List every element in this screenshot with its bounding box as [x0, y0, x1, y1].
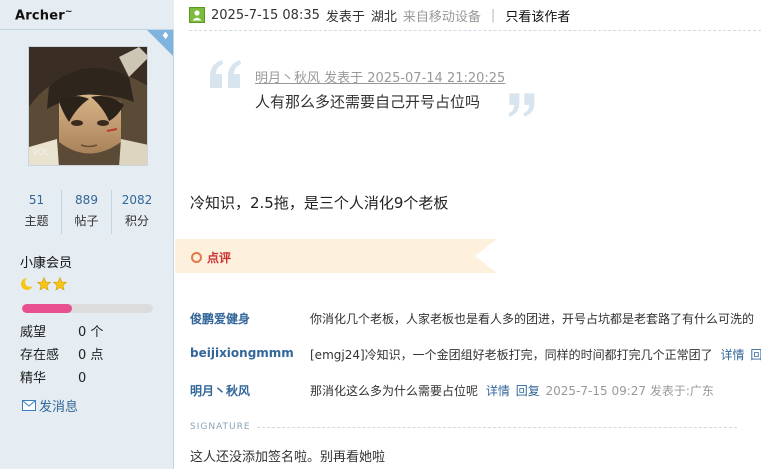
member-level[interactable]: 小康会员	[20, 252, 72, 271]
rating-header: 点评	[175, 239, 497, 273]
info-row-prestige: 威望 0 个	[20, 321, 103, 340]
author-sidebar: Archer~ ♦ 9OL 51 主题 889 帖子 2082 积分 小康会员 …	[0, 0, 174, 469]
info-value: 0	[78, 371, 87, 386]
info-key: 精华	[20, 371, 47, 386]
stat-value[interactable]: 51	[12, 190, 61, 210]
stat-points[interactable]: 2082 积分	[112, 190, 162, 234]
info-key: 威望	[20, 325, 47, 340]
meta-separator: |	[490, 7, 496, 23]
info-value: 0 个	[78, 325, 104, 340]
info-row-presence: 存在感 0 点	[20, 344, 103, 363]
post-location: 湖北	[370, 9, 397, 25]
star-icon	[36, 276, 52, 291]
level-progress-bar	[22, 304, 153, 313]
post-meta: 2025-7-15 08:35 发表于 湖北 来自移动设备 | 只看该作者	[189, 5, 570, 25]
quote-open-icon	[210, 60, 241, 88]
online-status-icon	[189, 7, 205, 23]
user-gender-icon: ♦	[161, 31, 170, 42]
quote-author-link[interactable]: 明月丶秋风 发表于 2025-07-14 21:20:25	[255, 67, 505, 86]
avatar[interactable]: 9OL	[28, 46, 148, 166]
level-progress-fill	[22, 304, 72, 313]
post-datetime: 2025-7-15 08:35	[211, 7, 320, 23]
stat-threads[interactable]: 51 主题	[12, 190, 62, 234]
info-key: 存在感	[20, 348, 60, 363]
username-bar: Archer~	[0, 0, 174, 30]
stat-value[interactable]: 889	[62, 190, 111, 210]
comment-text: [emgj24]冷知识，一个金团组好老板打完，同样的时间都打完几个正常团了 详情…	[310, 346, 761, 363]
quote-text: 人有那么多还需要自己开号占位吗	[255, 93, 481, 111]
member-stars	[20, 276, 70, 294]
stat-label: 帖子	[74, 214, 99, 228]
stat-value[interactable]: 2082	[112, 190, 162, 210]
only-author-link[interactable]: 只看该作者	[505, 6, 570, 25]
rating-label: 点评	[191, 249, 231, 266]
comment-author-link[interactable]: 明月丶秋风	[190, 382, 250, 399]
comment-time: 2025-7-15 09:27 发表于:广东	[545, 384, 714, 398]
comment-detail-link[interactable]: 详情	[486, 384, 510, 398]
stat-label: 积分	[124, 214, 149, 228]
svg-text:9OL: 9OL	[32, 148, 50, 158]
comment-text: 你消化几个老板，人家老板也是看人多的团进，开号占坑都是老套路了有什么可洗的	[310, 312, 755, 326]
envelope-icon	[22, 400, 36, 411]
comment-author-link[interactable]: 俊鹏爱健身	[190, 310, 250, 327]
send-message-label: 发消息	[39, 400, 79, 415]
post-content: 冷知识，2.5拖，是三个人消化9个老板	[190, 194, 449, 212]
send-message-link[interactable]: 发消息	[22, 396, 78, 415]
comment-row: 俊鹏爱健身 你消化几个老板，人家老板也是看人多的团进，开号占坑都是老套路了有什么…	[190, 308, 761, 328]
signature-divider	[257, 427, 737, 428]
signature-text: 这人还没添加签名啦。别再看她啦	[190, 450, 386, 465]
stat-label: 主题	[24, 214, 49, 228]
meta-divider	[189, 30, 761, 31]
star-icon	[52, 276, 68, 291]
rating-label-text: 点评	[207, 251, 232, 265]
user-stats: 51 主题 889 帖子 2082 积分	[12, 190, 162, 234]
comment-text: 那消化这么多为什么需要占位呢 详情 回复 2025-7-15 09:27 发表于…	[310, 384, 714, 398]
comment-row: 明月丶秋风 那消化这么多为什么需要占位呢 详情 回复 2025-7-15 09:…	[190, 380, 761, 400]
posted-at-label: 发表于	[325, 9, 365, 25]
avatar-illustration: 9OL	[29, 47, 147, 165]
post-device: 来自移动设备	[402, 9, 481, 25]
level-icons	[21, 276, 68, 291]
comment-reply-link[interactable]: 回复	[750, 348, 761, 362]
comment-detail-link[interactable]: 详情	[721, 348, 745, 362]
moon-icon	[21, 277, 35, 290]
signature-label: SIGNATURE	[190, 422, 251, 432]
quote-close-icon	[508, 93, 535, 117]
stat-posts[interactable]: 889 帖子	[62, 190, 112, 234]
rating-circle-icon	[191, 252, 202, 263]
username-link[interactable]: Archer~	[15, 7, 73, 23]
info-row-digest: 精华 0	[20, 367, 86, 386]
info-value: 0 点	[78, 348, 104, 363]
comment-author-link[interactable]: beijixiongmmm	[190, 346, 294, 360]
comment-reply-link[interactable]: 回复	[516, 384, 540, 398]
post-main: 2025-7-15 08:35 发表于 湖北 来自移动设备 | 只看该作者 明月…	[175, 0, 761, 469]
comment-row: beijixiongmmm [emgj24]冷知识，一个金团组好老板打完，同样的…	[190, 344, 761, 364]
